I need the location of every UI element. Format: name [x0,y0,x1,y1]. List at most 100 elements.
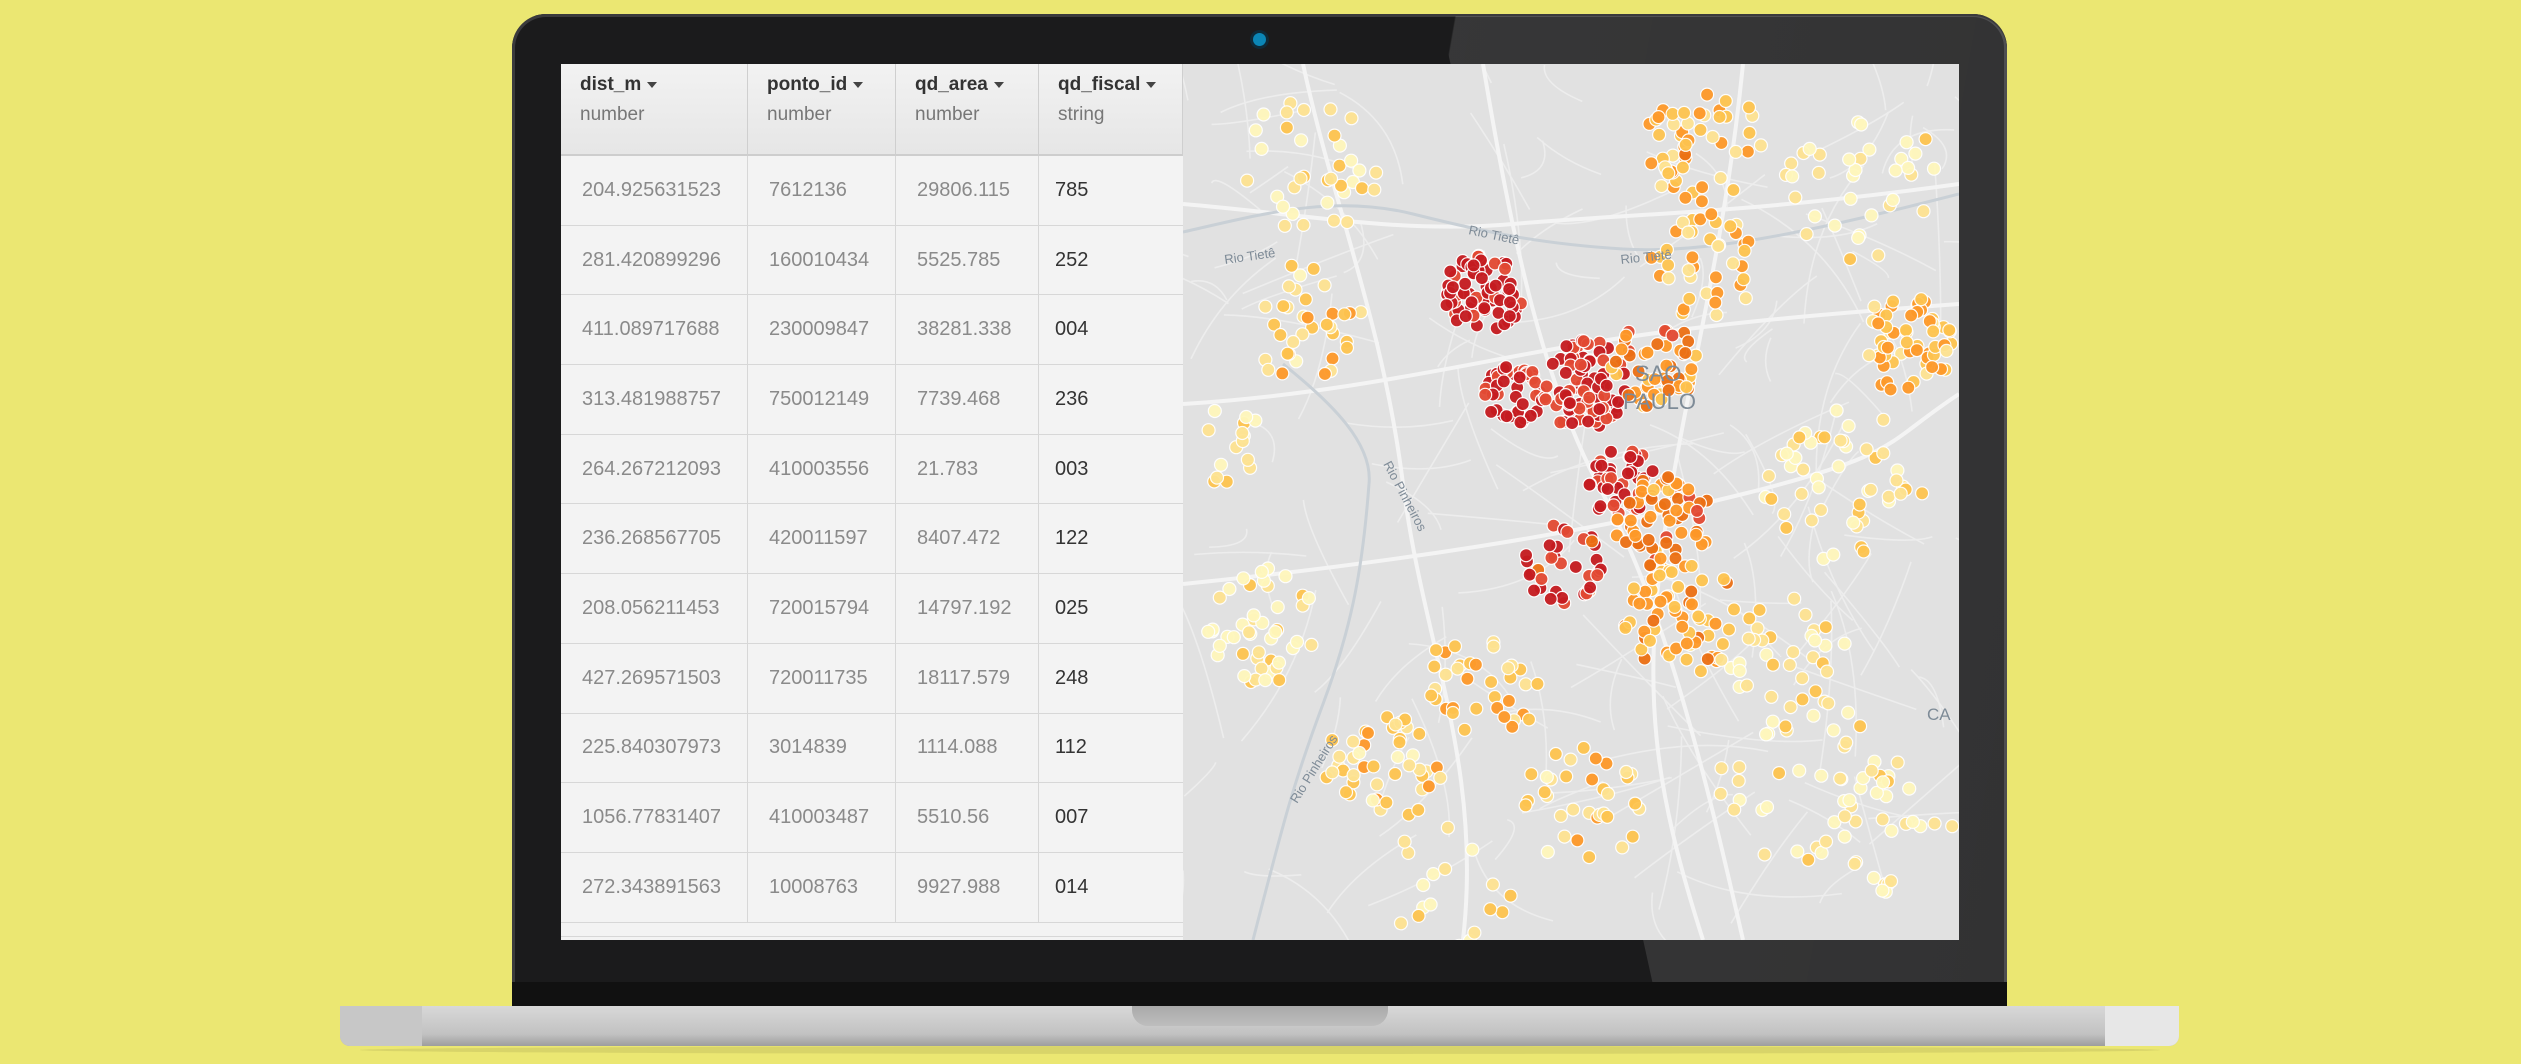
map-view[interactable]: SAO PAULO CA Rio Tietê Rio Tietê Rio Tietê Rio… [1183,64,1959,940]
map-point [1916,204,1931,219]
table-cell-qd-area[interactable]: 21.783 [896,434,1039,504]
table-cell-ponto-id[interactable]: 410003556 [748,434,896,504]
river-label-pinheiros: Rio Pinheiros [1380,458,1430,534]
table-cell-qd-fiscal[interactable]: 007 [1039,783,1183,852]
table-cell-qd-area[interactable]: 18117.579 [896,643,1039,713]
table-cell-dist-m[interactable]: 236.268567705 [561,504,748,574]
table-cell-qd-area[interactable]: 1114.088 [896,713,1039,783]
table-cell-qd-fiscal[interactable]: 252 [1039,226,1183,295]
map-point [1390,749,1405,765]
map-point [1867,299,1882,314]
table-cell-dist-m[interactable]: 411.089717688 [561,295,748,365]
table-cell-qd-area[interactable]: 5525.785 [896,225,1039,295]
column-name: qd_fiscal [1058,74,1182,96]
map-point [1610,512,1625,527]
map-point [1654,178,1669,194]
table-cell-qd-area[interactable]: 29806.115 [896,156,1039,225]
caret-down-icon[interactable] [853,81,864,88]
table-cell-ponto-id[interactable]: 7612136 [748,156,896,225]
table-cell-ponto-id[interactable]: 720011735 [748,643,896,713]
table-cell-qd-fiscal[interactable]: 236 [1039,365,1183,434]
table-cell-dist-m[interactable]: 281.420899296 [561,225,748,295]
table-cell-dist-m[interactable]: 208.056211453 [561,574,748,643]
table-cell-ponto-id[interactable]: 720015794 [748,574,896,643]
column-header-qd-area[interactable]: qd_area number [896,64,1039,156]
map-point [1700,651,1715,667]
table-cell-dist-m[interactable]: 264.267212093 [561,434,748,504]
table-cell-qd-area[interactable]: 38281.338 [896,295,1039,365]
map-point [1699,87,1715,102]
map-point [1884,823,1899,838]
table-cell-qd-area[interactable]: 14797.192 [896,574,1039,643]
caret-down-icon[interactable] [993,81,1004,88]
table-cell-qd-fiscal[interactable]: 112 [1039,714,1183,783]
map-point [1319,317,1334,332]
table-cell-ponto-id[interactable]: 230009847 [748,295,896,365]
map-point [1304,637,1319,653]
table-cell-ponto-id[interactable]: 10008763 [748,852,896,922]
column-header-qd-fiscal[interactable]: qd_fiscalstring [1039,64,1183,156]
table-row[interactable]: 208.056211453 720015794 14797.192 025 [561,574,1183,644]
map-point [1530,676,1545,692]
table-cell-qd-area[interactable]: 9927.988 [896,852,1039,922]
table-row[interactable]: 281.420899296 160010434 5525.785 252 [561,225,1183,296]
map-point [1726,602,1742,617]
table-cell-dist-m[interactable]: 204.925631523 [561,156,748,225]
table-cell-dist-m[interactable]: 313.481988757 [561,365,748,434]
table-cell-dist-m[interactable]: 272.343891563 [561,852,748,922]
map-point [1593,499,1608,514]
table-row[interactable]: 411.089717688 230009847 38281.338 004 [561,295,1183,366]
map-point [1582,477,1597,492]
table-cell-qd-fiscal[interactable]: 122 [1039,504,1183,573]
map-point [1765,657,1781,672]
table-cell-qd-area[interactable]: 7739.468 [896,365,1039,434]
column-name: dist_m [580,74,747,96]
table-cell-qd-fiscal[interactable]: 025 [1039,574,1183,643]
table-cell-qd-area[interactable]: 5510.56 [896,783,1039,852]
column-header-ponto-id[interactable]: ponto_id number [748,64,896,156]
map-point [1486,639,1501,654]
map-point [1576,334,1591,349]
table-row[interactable]: 272.343891563 10008763 9927.988 014 [561,852,1183,923]
caret-down-icon[interactable] [1146,81,1157,88]
table-cell-qd-fiscal[interactable]: 004 [1039,295,1183,364]
map-point [1779,446,1794,461]
map-point [1518,677,1533,692]
table-cell-dist-m[interactable]: 225.840307973 [561,713,748,783]
map-point [1239,409,1254,425]
map-point [1499,409,1514,424]
table-row[interactable]: 427.269571503 720011735 18117.579 248 [561,643,1183,714]
column-header-dist-m[interactable]: dist_m number [561,64,748,156]
map-canvas[interactable]: SAOPAULOCARio TietêRio TietêRio TietêRio… [1183,64,1959,940]
caret-down-icon[interactable] [647,81,658,88]
map-point [1423,897,1438,912]
table-row[interactable]: 225.840307973 3014839 1114.088 112 [561,713,1183,784]
map-point [1674,525,1689,540]
map-point [1465,842,1480,857]
map-point [1646,482,1661,497]
street [1209,528,1248,548]
table-cell-ponto-id[interactable]: 420011597 [748,504,896,574]
table-row[interactable]: 204.925631523 7612136 29806.115 785 [561,156,1183,226]
table-cell-ponto-id[interactable]: 410003487 [748,783,896,852]
map-point [1512,370,1527,385]
table-cell-qd-fiscal[interactable]: 785 [1039,156,1183,225]
map-point [1592,402,1607,417]
table-row[interactable]: 313.481988757 750012149 7739.468 236 [561,365,1183,435]
table-cell-qd-area[interactable]: 8407.472 [896,504,1039,574]
table-cell-qd-fiscal[interactable]: 014 [1039,853,1183,922]
table-cell-qd-fiscal[interactable]: 248 [1039,644,1183,713]
table-cell-dist-m[interactable]: 1056.77831407 [561,783,748,852]
table-row[interactable]: 236.268567705 420011597 8407.472 122 [561,504,1183,575]
table-cell-qd-fiscal[interactable]: 003 [1039,435,1183,504]
map-point [1914,486,1930,501]
table-cell-ponto-id[interactable]: 3014839 [748,713,896,783]
table-cell-ponto-id[interactable]: 750012149 [748,365,896,434]
map-point [1628,796,1643,811]
table-row[interactable]: 1056.77831407 410003487 5510.56 007 [561,783,1183,853]
table-row[interactable]: 264.267212093 410003556 21.783 003 [561,434,1183,505]
table-cell-ponto-id[interactable]: 160010434 [748,225,896,295]
map-point [1898,323,1914,338]
table-cell-dist-m[interactable]: 427.269571503 [561,643,748,713]
column-type: string [1058,104,1105,125]
